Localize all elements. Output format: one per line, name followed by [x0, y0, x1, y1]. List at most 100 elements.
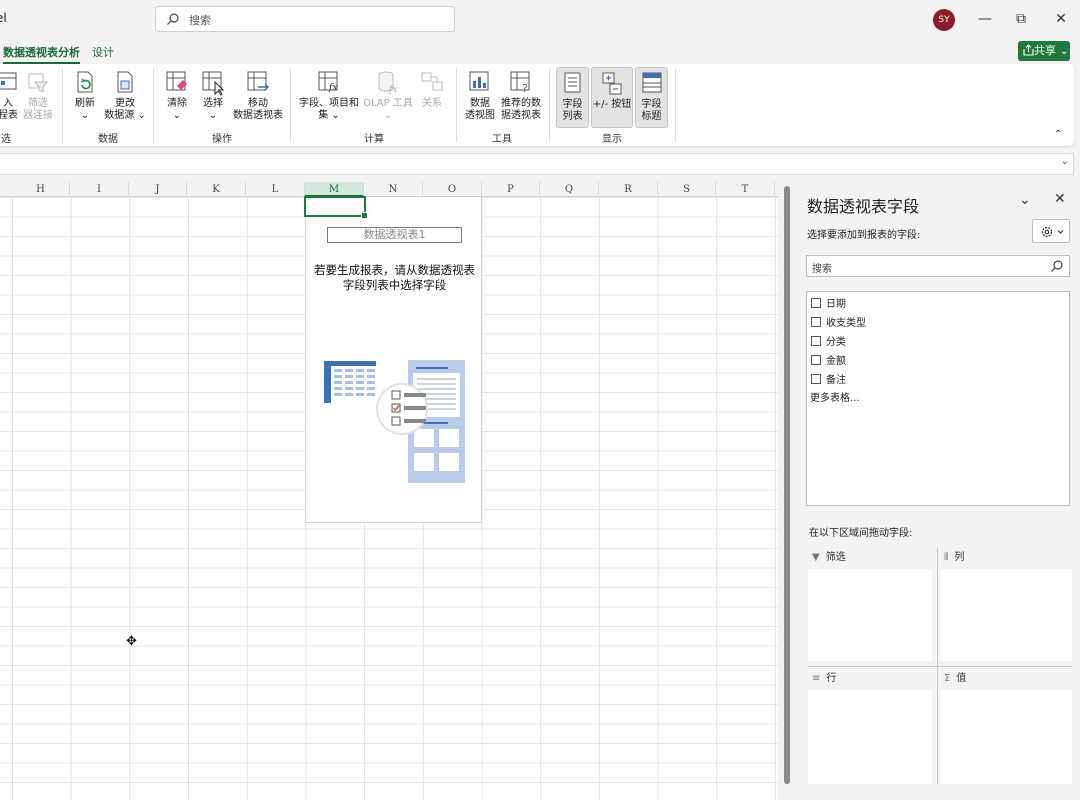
change-data-source-icon: [117, 71, 133, 93]
active-cell[interactable]: [304, 196, 368, 219]
field-checkbox[interactable]: [811, 336, 821, 346]
field-search-input[interactable]: 搜索: [806, 255, 1070, 277]
title-bar: el 搜索 SY — ⧉ ✕: [0, 0, 1080, 40]
fields-items-sets-label: 字段、项目和 集 ⌄: [299, 98, 359, 121]
recommended-pivot-button[interactable]: ? 推荐的数 据透视表: [498, 70, 544, 122]
field-item[interactable]: 备注: [811, 371, 846, 387]
area-label: 列: [954, 552, 965, 563]
sigma-icon: Σ: [944, 673, 951, 684]
area-label: 筛选: [825, 552, 846, 563]
insert-timeline-label: 入 程表: [0, 98, 18, 121]
formula-expand-icon[interactable]: ⌄: [1061, 156, 1069, 167]
field-list-button[interactable]: 字段 列表: [556, 67, 589, 128]
recommended-pivot-label: 推荐的数 据透视表: [501, 98, 541, 121]
relationships-button[interactable]: 关系: [418, 70, 446, 110]
tab-pivot-analyze[interactable]: 数据透视表分析: [3, 44, 80, 64]
field-checkbox[interactable]: [811, 298, 821, 308]
field-list-icon: [564, 72, 580, 93]
field-search-placeholder: 搜索: [812, 264, 832, 275]
change-data-source-button[interactable]: 更改 数据源 ⌄: [102, 70, 148, 122]
move-pivot-icon: [247, 71, 269, 91]
field-item[interactable]: 分类: [811, 333, 846, 349]
column-header[interactable]: K: [187, 182, 246, 197]
select-button[interactable]: 选择 ⌄: [198, 70, 228, 122]
group-separator: [62, 68, 63, 142]
olap-tools-button[interactable]: fx OLAP 工具 ⌄: [362, 70, 414, 122]
column-header[interactable]: H: [12, 182, 70, 197]
field-item[interactable]: 日期: [811, 295, 846, 311]
area-divider: [808, 666, 1072, 667]
minimize-button[interactable]: —: [973, 8, 997, 30]
area-drop-zone[interactable]: [808, 569, 932, 661]
relationships-label: 关系: [422, 98, 442, 109]
refresh-button[interactable]: 刷新 ⌄: [70, 70, 100, 122]
olap-tools-icon: fx: [378, 71, 397, 95]
plus-minus-buttons-button[interactable]: +/- 按钮: [591, 67, 633, 128]
column-header[interactable]: I: [70, 182, 129, 197]
area-drop-zone[interactable]: [940, 690, 1072, 784]
group-label-calculations: 计算: [364, 134, 384, 145]
filter-connection-button[interactable]: 筛选 器连接: [22, 70, 54, 122]
olap-tools-label: OLAP 工具 ⌄: [363, 98, 413, 121]
restore-button[interactable]: ⧉: [1009, 8, 1033, 30]
clear-button[interactable]: 清除 ⌄: [162, 70, 192, 122]
search-icon: [1051, 260, 1063, 272]
area-drop-zone[interactable]: [808, 690, 932, 784]
pivot-fields-pane: 数据透视表字段 ⌄ ✕ 选择要添加到报表的字段: 搜索 日期 收支类型 分类 金…: [796, 182, 1080, 800]
field-checkbox[interactable]: [811, 317, 821, 327]
column-header[interactable]: R: [599, 182, 658, 197]
field-checkbox[interactable]: [811, 355, 821, 365]
share-icon: [1023, 44, 1034, 56]
column-header[interactable]: N: [364, 182, 423, 197]
drag-areas-label: 在以下区域间拖动字段:: [809, 528, 913, 539]
fields-items-sets-button[interactable]: fx 字段、项目和 集 ⌄: [296, 70, 362, 122]
field-checkbox[interactable]: [811, 374, 821, 384]
group-separator: [549, 68, 550, 142]
search-box[interactable]: 搜索: [155, 6, 455, 32]
clear-label: 清除 ⌄: [167, 98, 187, 121]
move-pivot-button[interactable]: 移动 数据透视表: [232, 70, 284, 122]
pivot-chart-button[interactable]: 数据 透视图: [462, 70, 498, 122]
avatar[interactable]: SY: [933, 9, 955, 31]
rows-icon: ≡: [812, 673, 821, 684]
insert-timeline-button[interactable]: 入 程表: [0, 70, 20, 122]
field-headers-label: 字段 标题: [641, 99, 662, 122]
column-header[interactable]: O: [423, 182, 482, 197]
scrollbar-thumb[interactable]: [784, 186, 790, 784]
search-icon: [167, 13, 179, 25]
pane-settings-button[interactable]: [1032, 219, 1070, 243]
chevron-down-icon[interactable]: ⌄: [1019, 192, 1031, 208]
column-header[interactable]: L: [246, 182, 305, 197]
more-tables-link[interactable]: 更多表格...: [810, 389, 860, 404]
area-label: 值: [956, 673, 967, 684]
column-header-selected[interactable]: M: [305, 182, 364, 197]
ribbon-collapse-icon[interactable]: ⌃: [1054, 129, 1062, 140]
column-header[interactable]: P: [482, 182, 540, 197]
share-button[interactable]: 共享 ⌄: [1018, 41, 1070, 61]
close-button[interactable]: ✕: [1049, 8, 1073, 30]
svg-text:?: ?: [522, 82, 528, 95]
field-label: 备注: [826, 375, 846, 386]
clear-icon: [166, 71, 187, 91]
vertical-scrollbar[interactable]: [782, 182, 792, 788]
refresh-icon: [77, 71, 93, 93]
app-title: el: [0, 11, 7, 25]
field-item[interactable]: 收支类型: [811, 314, 866, 330]
tab-design[interactable]: 设计: [92, 44, 114, 60]
area-label: 行: [826, 673, 837, 684]
close-icon[interactable]: ✕: [1054, 191, 1066, 207]
formula-bar[interactable]: ⌄: [0, 153, 1074, 175]
column-header[interactable]: Q: [540, 182, 599, 197]
pivot-table-placeholder[interactable]: 数据透视表1 若要生成报表，请从数据透视表 字段列表中选择字段: [305, 196, 482, 523]
field-label: 收支类型: [826, 318, 866, 329]
field-item[interactable]: 金额: [811, 352, 846, 368]
column-header[interactable]: S: [658, 182, 716, 197]
pivot-illustration-icon: [324, 360, 465, 483]
column-header[interactable]: T: [716, 182, 775, 197]
field-headers-button[interactable]: 字段 标题: [635, 67, 668, 128]
area-drop-zone[interactable]: [940, 569, 1072, 661]
chevron-down-icon: ⌄: [1059, 44, 1069, 57]
svg-text:fx: fx: [328, 83, 337, 93]
column-header[interactable]: J: [129, 182, 187, 197]
ribbon: 入 程表 筛选 器连接 选 刷新 ⌄ 更改 数据源 ⌄ 数据 清除 ⌄ 选择 ⌄…: [0, 64, 1074, 146]
